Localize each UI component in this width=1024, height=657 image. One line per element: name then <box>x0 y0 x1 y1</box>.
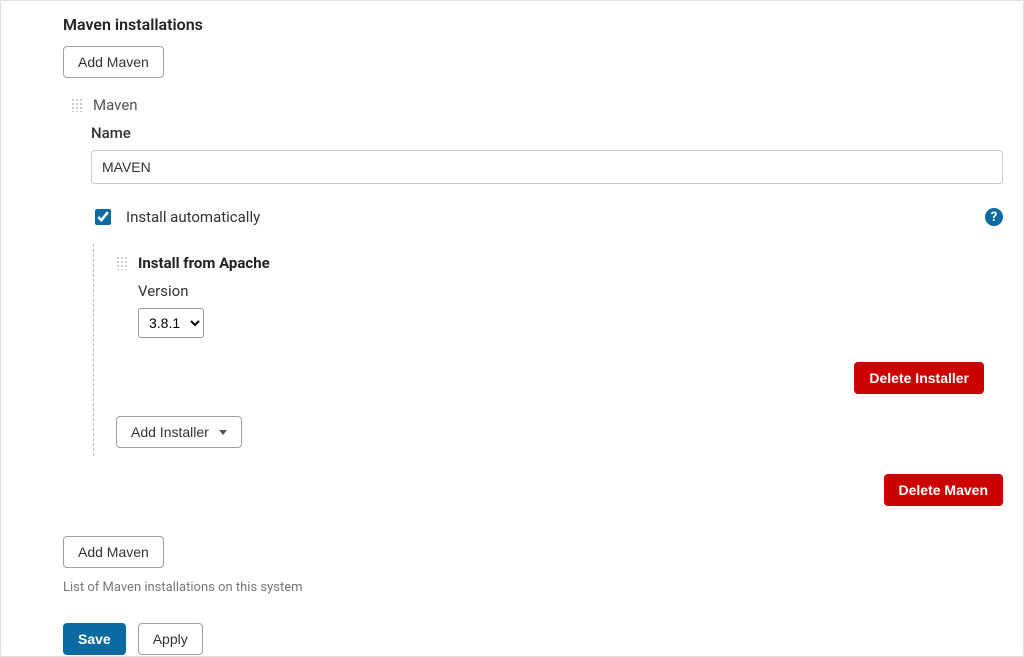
name-input[interactable] <box>91 150 1003 184</box>
add-maven-button-top[interactable]: Add Maven <box>63 46 164 78</box>
save-button[interactable]: Save <box>63 623 126 655</box>
install-auto-checkbox[interactable] <box>95 209 111 225</box>
installer-header: Install from Apache <box>116 254 1001 272</box>
installer-block: Install from Apache Version 3.8.1 Delete… <box>93 244 1001 456</box>
installer-title: Install from Apache <box>138 254 270 272</box>
help-icon[interactable]: ? <box>985 208 1003 226</box>
apply-button[interactable]: Apply <box>138 623 203 655</box>
section-title: Maven installations <box>63 15 1001 34</box>
delete-maven-button[interactable]: Delete Maven <box>884 474 1003 506</box>
add-installer-button[interactable]: Add Installer <box>116 416 242 448</box>
maven-header-label: Maven <box>93 96 138 114</box>
drag-handle-icon[interactable] <box>71 98 83 112</box>
chevron-down-icon <box>219 430 227 435</box>
drag-handle-icon[interactable] <box>116 256 128 270</box>
maven-header: Maven <box>71 96 1001 114</box>
action-row: Save Apply <box>63 623 1001 655</box>
helper-text: List of Maven installations on this syst… <box>63 580 1001 595</box>
delete-installer-button[interactable]: Delete Installer <box>854 362 984 394</box>
install-auto-row: Install automatically ? <box>91 206 1003 228</box>
install-auto-label: Install automatically <box>126 208 260 226</box>
maven-installation-block: Maven Name Install automatically ? Insta… <box>71 96 1001 506</box>
add-maven-button-bottom[interactable]: Add Maven <box>63 536 164 568</box>
add-installer-label: Add Installer <box>131 424 209 440</box>
version-label: Version <box>138 282 1001 300</box>
name-label: Name <box>91 124 1001 142</box>
version-select[interactable]: 3.8.1 <box>138 308 204 338</box>
